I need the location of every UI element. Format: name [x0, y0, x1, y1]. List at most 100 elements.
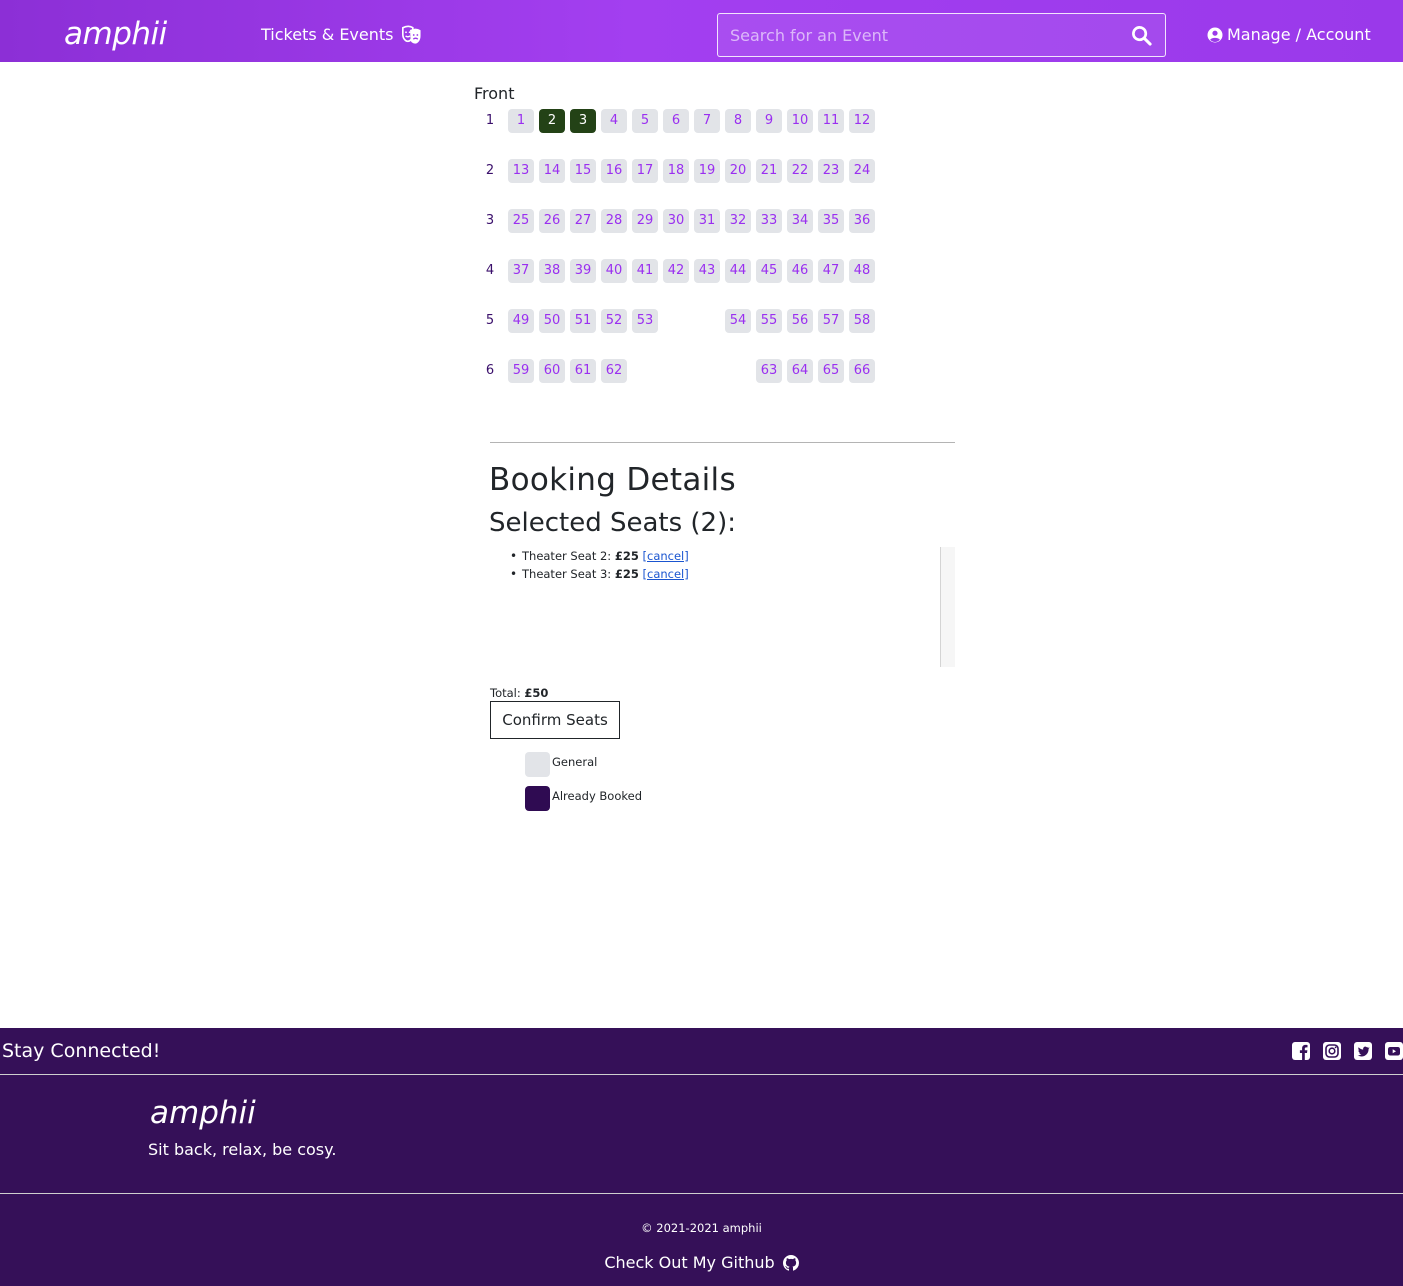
seat[interactable]: 49 [508, 309, 534, 333]
nav-tickets-events[interactable]: Tickets & Events [261, 24, 422, 46]
seat[interactable]: 60 [539, 359, 565, 383]
search-input[interactable] [718, 14, 1118, 56]
seat[interactable]: 30 [663, 209, 689, 233]
seat[interactable]: 37 [508, 259, 534, 283]
navbar: amphii Tickets & Events Manage / Account [0, 0, 1403, 62]
scrollbar[interactable] [940, 547, 955, 667]
seat[interactable]: 63 [756, 359, 782, 383]
seat[interactable]: 51 [570, 309, 596, 333]
selected-seat-item: Theater Seat 2: £25 [cancel] [510, 547, 689, 565]
seat[interactable]: 7 [694, 109, 720, 133]
seat[interactable]: 18 [663, 159, 689, 183]
seat[interactable]: 64 [787, 359, 813, 383]
seat[interactable]: 53 [632, 309, 658, 333]
cancel-seat-link[interactable]: [cancel] [643, 549, 689, 563]
total-value: £50 [524, 686, 549, 700]
row-label: 2 [485, 163, 495, 178]
selected-seat-price: £25 [614, 567, 639, 581]
nav-tickets-label: Tickets & Events [261, 25, 394, 44]
seat[interactable]: 8 [725, 109, 751, 133]
seat[interactable]: 23 [818, 159, 844, 183]
seat[interactable]: 21 [756, 159, 782, 183]
seat[interactable]: 33 [756, 209, 782, 233]
row-label: 6 [485, 363, 495, 378]
seat[interactable]: 44 [725, 259, 751, 283]
seat[interactable]: 62 [601, 359, 627, 383]
seat-selected[interactable]: 2 [539, 109, 565, 133]
seat[interactable]: 31 [694, 209, 720, 233]
seat[interactable]: 27 [570, 209, 596, 233]
seat[interactable]: 1 [508, 109, 534, 133]
seat[interactable]: 58 [849, 309, 875, 333]
seat[interactable]: 66 [849, 359, 875, 383]
seat[interactable]: 25 [508, 209, 534, 233]
seat[interactable]: 55 [756, 309, 782, 333]
seat[interactable]: 6 [663, 109, 689, 133]
seat[interactable]: 14 [539, 159, 565, 183]
github-icon [782, 1255, 799, 1271]
seat[interactable]: 10 [787, 109, 813, 133]
seat[interactable]: 50 [539, 309, 565, 333]
seat[interactable]: 43 [694, 259, 720, 283]
seat[interactable]: 47 [818, 259, 844, 283]
seat[interactable]: 12 [849, 109, 875, 133]
seat[interactable]: 4 [601, 109, 627, 133]
github-label: Check Out My Github [604, 1253, 775, 1272]
seat[interactable]: 26 [539, 209, 565, 233]
selected-seats-panel: Theater Seat 2: £25 [cancel] Theater Sea… [490, 547, 955, 667]
divider [490, 442, 955, 443]
seat[interactable]: 41 [632, 259, 658, 283]
seat[interactable]: 15 [570, 159, 596, 183]
seat[interactable]: 16 [601, 159, 627, 183]
seat[interactable]: 22 [787, 159, 813, 183]
footer-brand-logo: amphii [150, 1095, 256, 1131]
row-label: 1 [485, 113, 495, 128]
cancel-seat-link[interactable]: [cancel] [643, 567, 689, 581]
booking-heading: Booking Details [489, 462, 736, 498]
seat[interactable]: 42 [663, 259, 689, 283]
account-link[interactable]: Manage / Account [1207, 24, 1371, 46]
seat[interactable]: 29 [632, 209, 658, 233]
seat[interactable]: 9 [756, 109, 782, 133]
twitter-icon[interactable] [1353, 1041, 1373, 1061]
seat[interactable]: 36 [849, 209, 875, 233]
seat-selected[interactable]: 3 [570, 109, 596, 133]
seat[interactable]: 20 [725, 159, 751, 183]
seat[interactable]: 57 [818, 309, 844, 333]
seat[interactable]: 38 [539, 259, 565, 283]
seat[interactable]: 13 [508, 159, 534, 183]
selected-seat-price: £25 [614, 549, 639, 563]
seat[interactable]: 34 [787, 209, 813, 233]
selected-seats-heading: Selected Seats (2): [489, 508, 736, 538]
facebook-icon[interactable] [1291, 1041, 1311, 1061]
seat[interactable]: 24 [849, 159, 875, 183]
seat[interactable]: 35 [818, 209, 844, 233]
confirm-seats-button[interactable]: Confirm Seats [490, 701, 620, 739]
seat[interactable]: 48 [849, 259, 875, 283]
seat[interactable]: 17 [632, 159, 658, 183]
footer-tagline: Sit back, relax, be cosy. [148, 1140, 337, 1159]
seat[interactable]: 19 [694, 159, 720, 183]
brand-logo[interactable]: amphii [64, 14, 167, 54]
seat[interactable]: 28 [601, 209, 627, 233]
instagram-icon[interactable] [1322, 1041, 1342, 1061]
seat[interactable]: 11 [818, 109, 844, 133]
selected-seat-label: Theater Seat 2: [522, 549, 612, 563]
seat[interactable]: 59 [508, 359, 534, 383]
youtube-icon[interactable] [1384, 1041, 1403, 1061]
seat[interactable]: 5 [632, 109, 658, 133]
legend-swatch-booked [525, 786, 550, 811]
seat[interactable]: 56 [787, 309, 813, 333]
search-icon[interactable] [1131, 25, 1152, 46]
seat[interactable]: 52 [601, 309, 627, 333]
seat[interactable]: 46 [787, 259, 813, 283]
github-link[interactable]: Check Out My Github [604, 1252, 799, 1274]
seat[interactable]: 45 [756, 259, 782, 283]
legend-label-booked: Already Booked [552, 789, 643, 803]
seat[interactable]: 54 [725, 309, 751, 333]
seat[interactable]: 32 [725, 209, 751, 233]
seat[interactable]: 65 [818, 359, 844, 383]
seat[interactable]: 40 [601, 259, 627, 283]
seat[interactable]: 39 [570, 259, 596, 283]
seat[interactable]: 61 [570, 359, 596, 383]
